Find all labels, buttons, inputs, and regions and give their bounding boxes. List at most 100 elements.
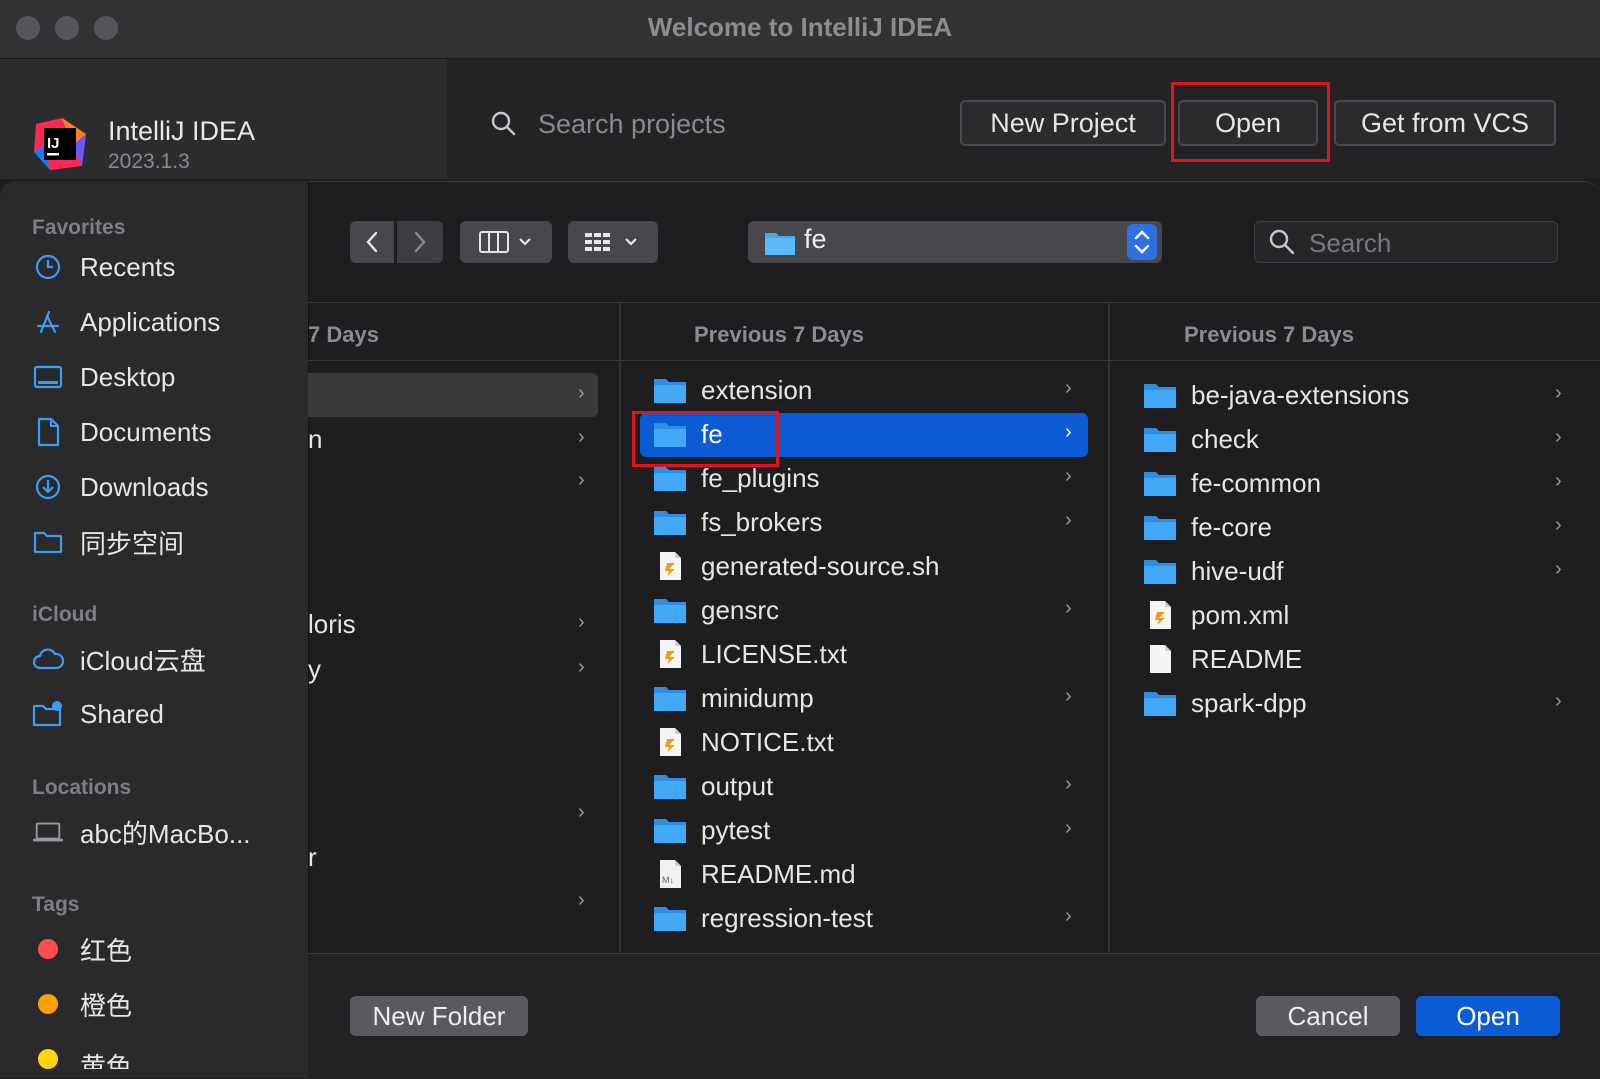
view-mode-button[interactable] <box>460 221 552 263</box>
dialog-search-field[interactable] <box>1254 221 1558 263</box>
column1-row-fragment[interactable]: loris <box>308 605 356 643</box>
sidebar-item-label: 同步空间 <box>80 528 185 559</box>
file-row-pom-xml[interactable]: pom.xml <box>1143 596 1289 634</box>
file-row-readme[interactable]: README <box>1143 640 1302 678</box>
sidebar-item-label: 黄色 <box>80 1052 133 1069</box>
script-file-icon <box>1143 600 1177 630</box>
chevron-right-icon: › <box>1555 690 1562 712</box>
file-row-be-java-extensions[interactable]: be-java-extensions <box>1143 376 1409 414</box>
forward-button[interactable] <box>397 221 443 263</box>
chevron-right-icon: › <box>1065 377 1072 399</box>
file-row-check[interactable]: check <box>1143 420 1259 458</box>
file-row-license-txt[interactable]: LICENSE.txt <box>653 635 847 673</box>
file-name: README.md <box>701 858 856 889</box>
document-icon <box>32 416 64 448</box>
sidebar-item-label: iCloud云盘 <box>80 645 206 676</box>
open-button[interactable]: Open <box>1416 996 1560 1036</box>
sidebar-item-macbook[interactable]: abc的MacBo... <box>32 812 251 852</box>
dialog-search-input[interactable] <box>1307 226 1541 260</box>
app-name: IntelliJ IDEA <box>108 116 256 146</box>
column-header: Previous 7 Days <box>694 322 864 347</box>
chevron-right-icon: › <box>1065 773 1072 795</box>
folder-icon <box>653 375 687 405</box>
file-row-extension[interactable]: extension <box>653 371 812 409</box>
new-folder-button[interactable]: New Folder <box>350 996 528 1036</box>
chevron-right-icon: › <box>578 469 585 491</box>
window-title: Welcome to IntelliJ IDEA <box>647 12 953 42</box>
download-icon <box>32 471 64 503</box>
file-row-spark-dpp[interactable]: spark-dpp <box>1143 684 1307 722</box>
file-row-output[interactable]: output <box>653 767 773 805</box>
file-row-gensrc[interactable]: gensrc <box>653 591 779 629</box>
column-header-divider <box>308 360 1600 361</box>
path-stepper[interactable] <box>1127 224 1157 260</box>
file-name: fe_plugins <box>701 462 820 493</box>
chevron-left-icon <box>366 231 378 253</box>
chevron-right-icon: › <box>578 656 585 678</box>
chevron-right-icon: › <box>1065 597 1072 619</box>
chevron-right-icon: › <box>1065 685 1072 707</box>
sidebar-item-tag-yellow[interactable]: 黄色 <box>32 1039 132 1069</box>
file-name: gensrc <box>701 594 780 625</box>
chevron-right-icon: › <box>578 382 585 404</box>
sidebar-item-tag-red[interactable]: 红色 <box>32 929 132 969</box>
file-row-fe-core[interactable]: fe-core <box>1143 508 1272 546</box>
tag-color-dot <box>38 939 58 959</box>
chevron-right-icon: › <box>1065 421 1072 443</box>
intellij-logo-icon: IJ <box>34 118 86 170</box>
chevron-right-icon <box>414 231 426 253</box>
file-row-pytest[interactable]: pytest <box>653 811 770 849</box>
column-separator <box>1108 302 1110 952</box>
sidebar-item-tag-orange[interactable]: 橙色 <box>32 984 132 1024</box>
file-name: LICENSE.txt <box>701 638 847 669</box>
folder-icon <box>1143 380 1177 410</box>
file-row-hive-udf[interactable]: hive-udf <box>1143 552 1284 590</box>
new-project-button[interactable]: New Project <box>960 100 1166 146</box>
dialog-sidebar: Favorites Recents Applications Desktop D… <box>0 181 309 1078</box>
column1-selected-row[interactable] <box>308 373 598 417</box>
search-projects-input[interactable] <box>536 106 920 142</box>
sidebar-item-downloads[interactable]: Downloads <box>32 467 209 507</box>
file-row-fe-common[interactable]: fe-common <box>1143 464 1321 502</box>
folder-icon <box>1143 688 1177 718</box>
script-file-icon <box>653 639 687 669</box>
group-by-button[interactable] <box>568 221 658 263</box>
folder-icon <box>653 507 687 537</box>
file-row-fs-brokers[interactable]: fs_brokers <box>653 503 822 541</box>
sidebar-item-label: Shared <box>80 698 164 729</box>
cancel-button[interactable]: Cancel <box>1256 996 1400 1036</box>
sidebar-item-applications[interactable]: Applications <box>32 302 220 342</box>
desktop-icon <box>32 361 64 393</box>
highlight-box-fe <box>632 411 779 467</box>
folder-icon <box>765 233 795 255</box>
file-name: README <box>1191 643 1303 674</box>
column1-row-fragment[interactable]: y <box>308 650 321 688</box>
file-name: pom.xml <box>1191 599 1290 630</box>
column1-row-fragment[interactable]: n <box>308 420 322 458</box>
sidebar-item-recents[interactable]: Recents <box>32 247 175 287</box>
chevron-right-icon: › <box>578 801 585 823</box>
sidebar-item-label: Downloads <box>80 471 209 502</box>
back-button[interactable] <box>350 221 394 263</box>
file-name: output <box>701 770 774 801</box>
file-row-minidump[interactable]: minidump <box>653 679 814 717</box>
file-row-readme-md[interactable]: M↓ README.md <box>653 855 856 893</box>
folder-icon <box>32 526 64 558</box>
file-row-generated-source-sh[interactable]: generated-source.sh <box>653 547 939 585</box>
file-name: minidump <box>701 682 814 713</box>
sidebar-item-documents[interactable]: Documents <box>32 412 212 452</box>
get-from-vcs-button[interactable]: Get from VCS <box>1334 100 1556 146</box>
column1-row-fragment[interactable]: r <box>308 838 317 876</box>
chevron-right-icon: › <box>578 889 585 911</box>
tags-header: Tags <box>32 893 80 916</box>
sidebar-item-shared[interactable]: Shared <box>32 694 164 734</box>
sidebar-item-icloud-drive[interactable]: iCloud云盘 <box>32 639 206 679</box>
file-row-notice-txt[interactable]: NOTICE.txt <box>653 723 834 761</box>
file-row-regression-test[interactable]: regression-test <box>653 899 873 937</box>
updown-chevron-icon <box>1134 230 1150 254</box>
sidebar-item-desktop[interactable]: Desktop <box>32 357 175 397</box>
sidebar-item-sync-space[interactable]: 同步空间 <box>32 522 184 562</box>
chevron-right-icon: › <box>1065 465 1072 487</box>
toolbar-divider <box>308 302 1600 303</box>
file-name: check <box>1191 423 1259 454</box>
